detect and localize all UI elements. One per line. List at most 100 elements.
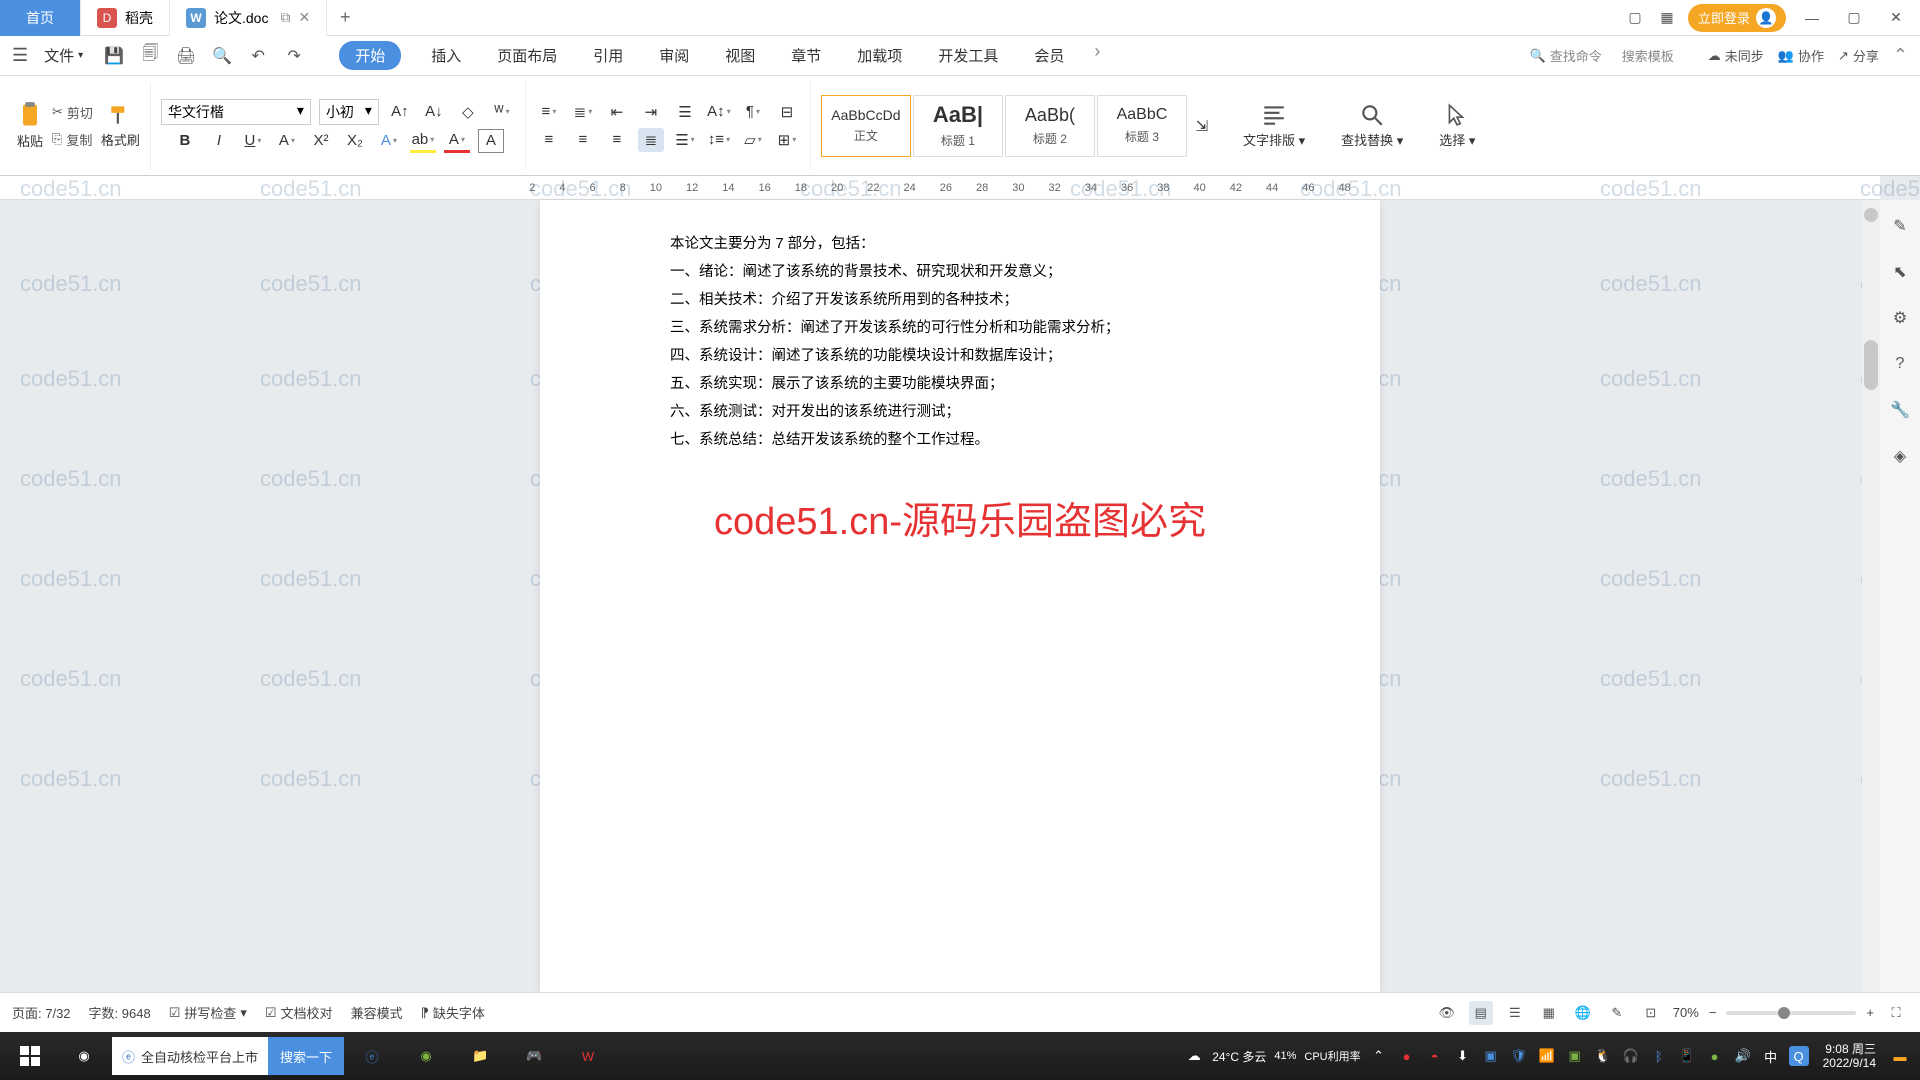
taskbar-ie[interactable]: ⓔ — [346, 1034, 398, 1078]
close-button[interactable]: ✕ — [1880, 4, 1912, 32]
page[interactable]: 本论文主要分为 7 部分，包括：一、绪论：阐述了该系统的背景技术、研究现状和开发… — [540, 200, 1380, 992]
minimize-button[interactable]: — — [1796, 4, 1828, 32]
spellcheck-button[interactable]: ☑ 拼写检查 ▾ — [169, 1003, 247, 1022]
taskbar-app2[interactable]: 🎮 — [508, 1034, 560, 1078]
file-menu[interactable]: 文件 ▾ — [40, 45, 87, 66]
ribbon-tab-addins[interactable]: 加载项 — [851, 41, 908, 70]
pen-icon[interactable]: ✎ — [1888, 214, 1912, 238]
tray-9[interactable]: 📱 — [1677, 1046, 1697, 1066]
cursor-icon[interactable]: ⬉ — [1888, 260, 1912, 284]
edit-mode-icon[interactable]: ✎ — [1605, 1001, 1629, 1025]
grow-font-button[interactable]: A↑ — [387, 100, 413, 124]
text-layout-button[interactable]: 文字排版 ▾ — [1235, 102, 1313, 149]
font-family-select[interactable]: 华文行楷▾ — [161, 99, 311, 125]
ribbon-tab-start[interactable]: 开始 — [339, 41, 401, 70]
vertical-scrollbar[interactable] — [1862, 200, 1880, 992]
tray-11[interactable]: Q — [1789, 1046, 1809, 1066]
copy-button[interactable]: ⎘ 复制 — [52, 130, 93, 149]
sync-status[interactable]: ☁ 未同步 — [1708, 46, 1764, 65]
diamond-icon[interactable]: ◈ — [1888, 444, 1912, 468]
char-scale-button[interactable]: A↕ — [706, 100, 732, 124]
view-page-icon[interactable]: ▤ — [1469, 1001, 1493, 1025]
shrink-font-button[interactable]: A↓ — [421, 100, 447, 124]
weather-icon[interactable]: ☁ — [1184, 1046, 1204, 1066]
search-command[interactable]: 🔍 查找命令 — [1530, 46, 1602, 65]
select-button[interactable]: 选择 ▾ — [1431, 102, 1483, 149]
hamburger-icon[interactable]: ☰ — [12, 45, 28, 66]
align-right-button[interactable]: ≡ — [604, 128, 630, 152]
distribute-button[interactable]: ☰ — [672, 128, 698, 152]
more-icon[interactable]: ⋯ — [1888, 982, 1912, 992]
underline-button[interactable]: U — [240, 129, 266, 153]
cut-button[interactable]: ✂ 剪切 — [52, 103, 93, 122]
tray-2[interactable]: ◓ — [1425, 1046, 1445, 1066]
superscript-button[interactable]: X² — [308, 129, 334, 153]
cpu-text[interactable]: CPU利用率 — [1304, 1048, 1360, 1064]
grid-icon[interactable]: ▦ — [1656, 7, 1678, 29]
style-heading3[interactable]: AaBbC 标题 3 — [1097, 95, 1187, 157]
style-heading2[interactable]: AaBb( 标题 2 — [1005, 95, 1095, 157]
style-body[interactable]: AaBbCcDd 正文 — [821, 95, 911, 157]
ribbon-tab-view[interactable]: 视图 — [719, 41, 761, 70]
undo-icon[interactable]: ↶ — [247, 45, 269, 67]
fullscreen-icon[interactable]: ⛶ — [1884, 1001, 1908, 1025]
tab-popout-icon[interactable]: ⧉ — [280, 9, 290, 26]
taskbar-explorer[interactable]: 📁 — [454, 1034, 506, 1078]
tab-docer[interactable]: D 稻壳 — [81, 0, 170, 36]
find-replace-button[interactable]: 查找替换 ▾ — [1333, 102, 1411, 149]
format-painter-button[interactable]: 格式刷 — [101, 102, 140, 149]
maximize-button[interactable]: ▢ — [1838, 4, 1870, 32]
page-indicator[interactable]: 页面: 7/32 — [12, 1003, 71, 1022]
search-template[interactable]: 搜索模板 — [1616, 44, 1680, 67]
highlight-button[interactable]: ab — [410, 129, 436, 153]
window-mode-icon[interactable]: ▢ — [1624, 7, 1646, 29]
tray-chevron-icon[interactable]: ⌃ — [1369, 1046, 1389, 1066]
notifications-icon[interactable]: ▬ — [1890, 1046, 1910, 1066]
tray-bluetooth-icon[interactable]: ᛒ — [1649, 1046, 1669, 1066]
show-marks-button[interactable]: ¶ — [740, 100, 766, 124]
bullets-button[interactable]: ≡ — [536, 100, 562, 124]
tab-document[interactable]: W 论文.doc ⧉ ✕ — [170, 0, 327, 36]
ribbon-tab-member[interactable]: 会员 — [1028, 41, 1070, 70]
docproof-button[interactable]: ☑ 文档校对 — [265, 1003, 333, 1022]
tray-7[interactable]: 🐧 — [1593, 1046, 1613, 1066]
borders-button[interactable]: ⊞ — [774, 128, 800, 152]
numbering-button[interactable]: ≣ — [570, 100, 596, 124]
save-icon[interactable]: 💾 — [103, 45, 125, 67]
align-justify-button[interactable]: ≣ — [638, 128, 664, 152]
subscript-button[interactable]: X₂ — [342, 129, 368, 153]
tab-settings-button[interactable]: ⊟ — [774, 100, 800, 124]
ribbon-tab-developer[interactable]: 开发工具 — [932, 41, 1004, 70]
collab-button[interactable]: 👥 协作 — [1778, 46, 1824, 65]
taskbar-search[interactable]: ⓔ全自动核检平台上市 搜索一下 — [112, 1037, 344, 1075]
help-icon[interactable]: ? — [1888, 352, 1912, 376]
zoom-fit-icon[interactable]: ⊡ — [1639, 1001, 1663, 1025]
ribbon-tab-page-layout[interactable]: 页面布局 — [491, 41, 563, 70]
tools-icon[interactable]: 🔧 — [1888, 398, 1912, 422]
strikethrough-button[interactable]: A — [274, 129, 300, 153]
ribbon-tab-references[interactable]: 引用 — [587, 41, 629, 70]
tray-3[interactable]: ⬇ — [1453, 1046, 1473, 1066]
tab-add[interactable]: + — [327, 7, 363, 28]
zoom-in-button[interactable]: + — [1866, 1005, 1874, 1020]
decrease-indent-button[interactable]: ⇤ — [604, 100, 630, 124]
copilot-icon[interactable]: ◉ — [58, 1034, 110, 1078]
zoom-level[interactable]: 70% — [1673, 1005, 1699, 1020]
eye-icon[interactable]: 👁 — [1435, 1001, 1459, 1025]
align-left-button[interactable]: ≡ — [536, 128, 562, 152]
tray-volume-icon[interactable]: 🔊 — [1733, 1046, 1753, 1066]
font-color-button[interactable]: A — [444, 129, 470, 153]
tray-8[interactable]: 🎧 — [1621, 1046, 1641, 1066]
view-outline-icon[interactable]: ☰ — [1503, 1001, 1527, 1025]
shading-button[interactable]: ▱ — [740, 128, 766, 152]
word-count[interactable]: 字数: 9648 — [89, 1003, 151, 1022]
scroll-up-icon[interactable] — [1864, 208, 1878, 222]
phonetic-guide-button[interactable]: ᵂ — [489, 100, 515, 124]
paste-button[interactable]: 粘贴 — [16, 101, 44, 150]
increase-indent-button[interactable]: ⇥ — [638, 100, 664, 124]
settings-icon[interactable]: ⚙ — [1888, 306, 1912, 330]
share-button[interactable]: ↗ 分享 — [1838, 46, 1879, 65]
zoom-slider[interactable] — [1726, 1011, 1856, 1015]
print-preview-icon[interactable]: 🔍 — [211, 45, 233, 67]
view-globe-icon[interactable]: 🌐 — [1571, 1001, 1595, 1025]
